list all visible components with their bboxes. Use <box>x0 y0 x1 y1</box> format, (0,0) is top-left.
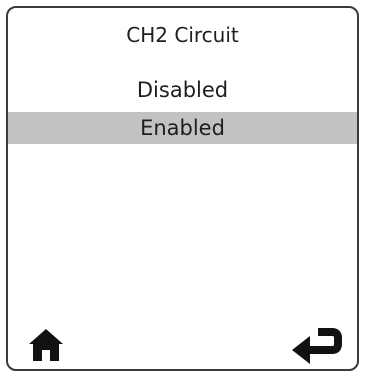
home-icon <box>29 329 63 361</box>
return-arrow-icon <box>292 328 342 364</box>
back-button[interactable] <box>288 326 342 366</box>
screen-title: CH2 Circuit <box>126 23 239 47</box>
option-disabled[interactable]: Disabled <box>8 74 357 106</box>
option-enabled[interactable]: Enabled <box>8 112 357 144</box>
home-button[interactable] <box>28 328 64 362</box>
device-screen: CH2 Circuit Disabled Enabled <box>6 6 359 371</box>
